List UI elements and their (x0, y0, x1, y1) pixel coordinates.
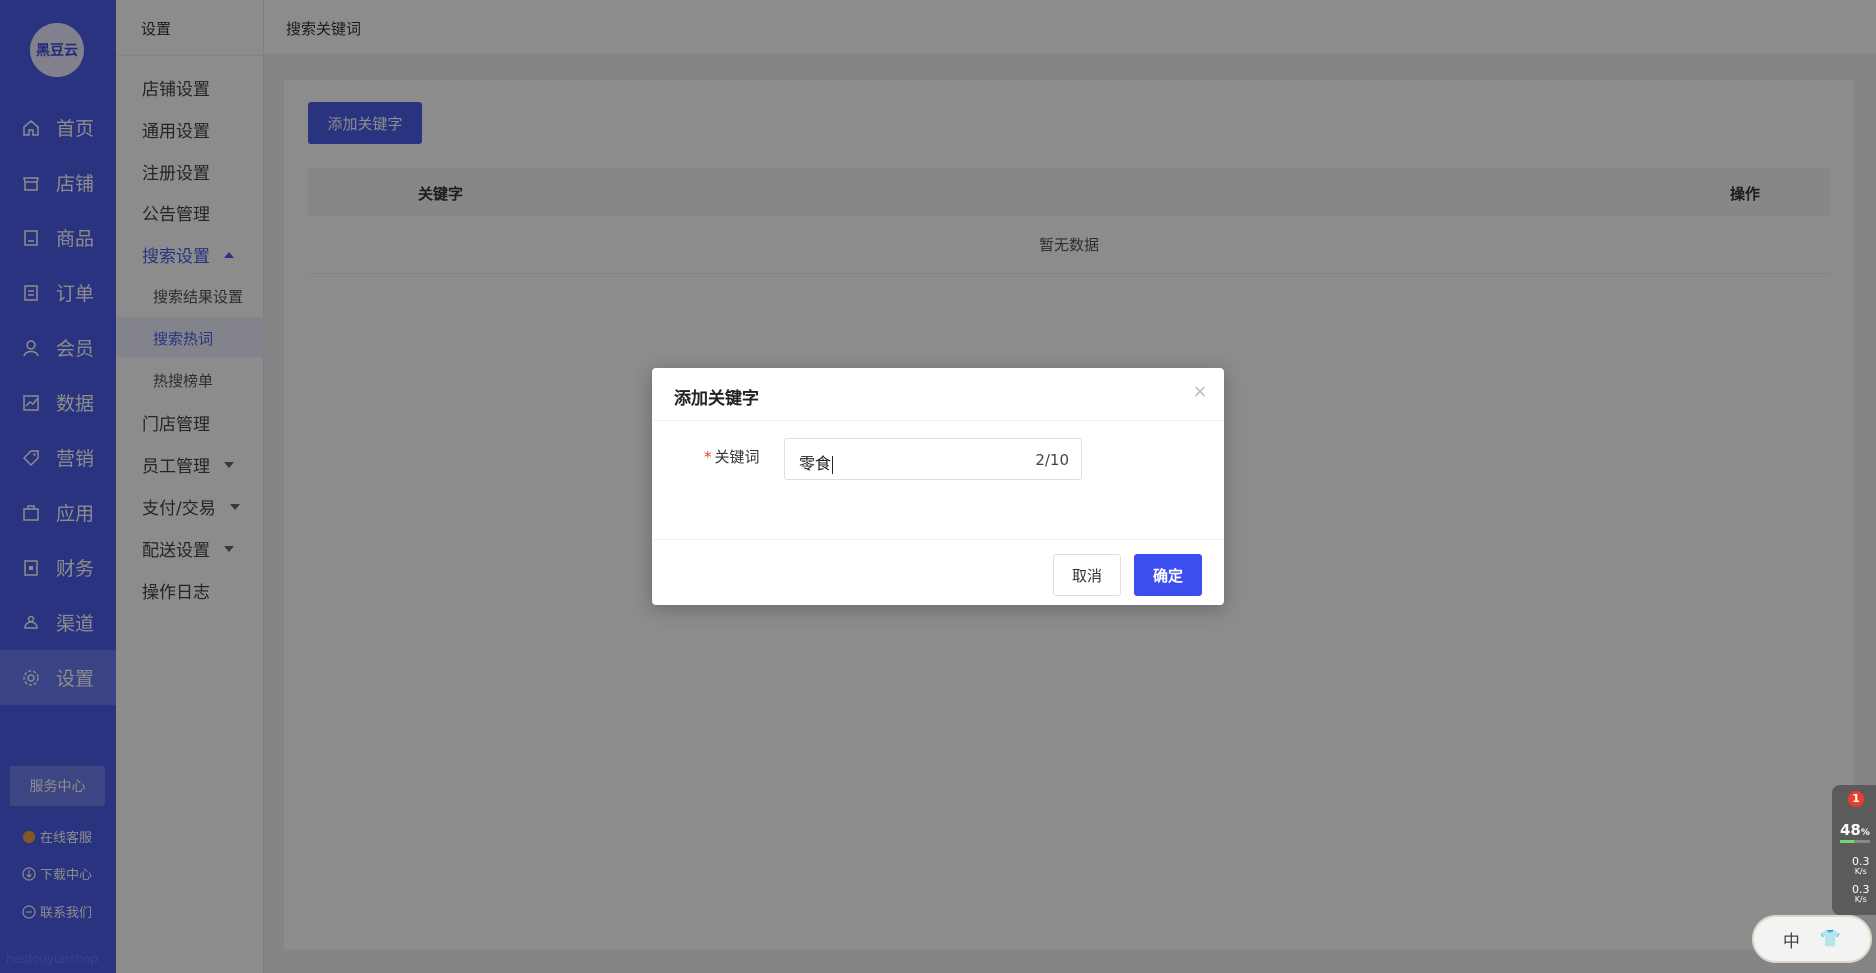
system-monitor-widget[interactable]: 1 48% 0.3 K/s 0.3 K/s (1832, 785, 1876, 915)
upload-speed-unit: K/s (1854, 867, 1867, 876)
divider (652, 420, 1224, 421)
cpu-bar (1840, 840, 1870, 843)
upload-speed: 0.3 K/s (1852, 856, 1870, 877)
required-mark: * (704, 448, 712, 466)
cancel-button[interactable]: 取消 (1053, 554, 1121, 596)
cpu-percent: 48% (1840, 821, 1870, 839)
download-speed: 0.3 K/s (1852, 884, 1870, 905)
cpu-percent-value: 48 (1840, 821, 1861, 839)
close-icon[interactable]: × (1192, 383, 1208, 401)
keyword-input[interactable]: 零食 2/10 (784, 438, 1082, 480)
add-keyword-dialog: 添加关键字 × * 关键词 零食 2/10 取消 确定 (652, 368, 1224, 605)
cpu-percent-unit: % (1860, 828, 1870, 838)
cpu-bar-fill (1840, 840, 1855, 843)
text-cursor (832, 455, 834, 474)
keyword-label: * 关键词 (704, 446, 760, 467)
confirm-button[interactable]: 确定 (1134, 554, 1202, 596)
keyword-input-value: 零食 (799, 450, 834, 474)
keyword-label-text: 关键词 (714, 448, 760, 466)
ime-mode[interactable]: 中 (1783, 927, 1800, 952)
notification-badge: 1 (1848, 791, 1864, 807)
keyword-input-text: 零食 (799, 454, 832, 473)
dialog-title: 添加关键字 (674, 389, 759, 409)
char-counter: 2/10 (1035, 451, 1069, 469)
ime-toolbar[interactable]: 中 👕 (1752, 915, 1872, 963)
download-speed-unit: K/s (1854, 895, 1867, 904)
shirt-icon[interactable]: 👕 (1820, 929, 1841, 949)
divider (652, 539, 1224, 540)
